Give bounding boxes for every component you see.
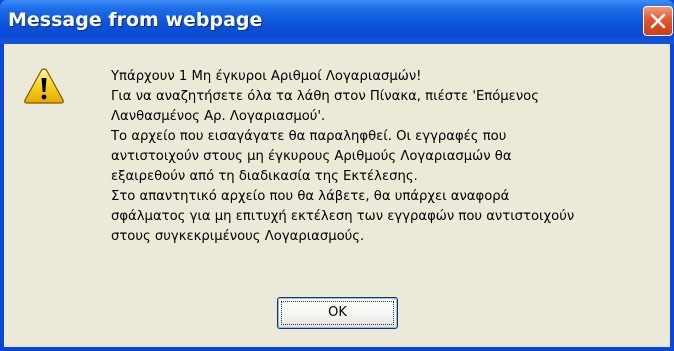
- title-bar[interactable]: Message from webpage: [0, 0, 674, 44]
- message-line: αντιστοιχούν στους μη έγκυρους Αριθμούς …: [111, 149, 512, 164]
- ok-button[interactable]: OK: [277, 297, 398, 329]
- message-line: Λανθασμένος Αρ. Λογαριασμού'.: [111, 109, 326, 124]
- message-line: στους συγκεκριμένους Λογαριασμούς.: [111, 229, 365, 244]
- message-line: σφάλματος για μη επιτυχή εκτέλεση των εγ…: [111, 209, 575, 224]
- focus-rectangle: [281, 301, 394, 325]
- window-title: Message from webpage: [8, 9, 263, 31]
- message-line: εξαιρεθούν από τη διαδικασία της Εκτέλεσ…: [111, 169, 418, 184]
- warning-icon: [24, 68, 64, 104]
- close-button[interactable]: [643, 6, 673, 36]
- message-line: Το αρχείο που εισαγάγατε θα παραληφθεί. …: [111, 129, 507, 144]
- message-line: Για να αναζητήσετε όλα τα λάθη στον Πίνα…: [111, 89, 539, 104]
- message-line: Στο απαντητικό αρχείο που θα λάβετε, θα …: [111, 189, 510, 204]
- dialog-window: Message from webpage Υπάρχουν 1 Μη έγκυρ…: [0, 0, 674, 351]
- close-icon: [650, 13, 666, 29]
- message-text: Υπάρχουν 1 Μη έγκυροι Αριθμοί Λογαριασμώ…: [111, 67, 661, 247]
- message-line: Υπάρχουν 1 Μη έγκυροι Αριθμοί Λογαριασμώ…: [111, 69, 422, 84]
- dialog-body: Υπάρχουν 1 Μη έγκυροι Αριθμοί Λογαριασμώ…: [4, 44, 670, 347]
